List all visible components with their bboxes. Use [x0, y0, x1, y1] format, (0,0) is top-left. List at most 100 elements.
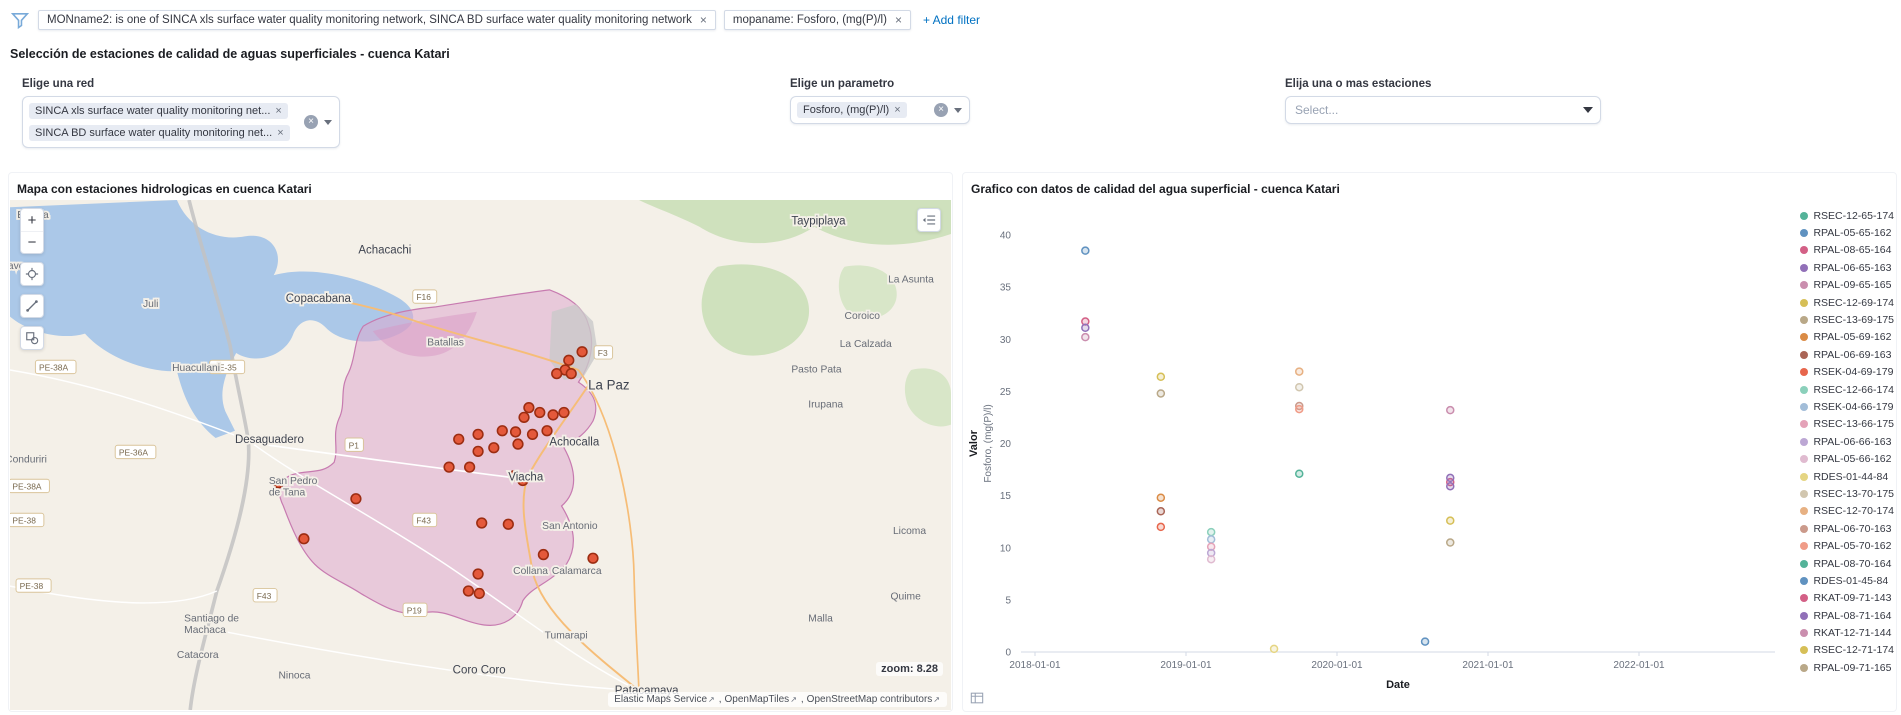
legend-item[interactable]: RSEK-04-69-179: [1800, 364, 1894, 381]
scatter-point[interactable]: [1447, 539, 1454, 546]
legend-item[interactable]: RSEC-12-69-174: [1800, 294, 1894, 311]
scatter-point[interactable]: [1157, 373, 1164, 380]
scatter-point[interactable]: [1157, 523, 1164, 530]
draw-shapes-button[interactable]: [20, 326, 44, 350]
legend-item[interactable]: RPAL-06-66-163: [1800, 433, 1894, 450]
clear-selection-icon[interactable]: ×: [304, 115, 318, 129]
map-station-dot[interactable]: [464, 586, 474, 596]
map-station-dot[interactable]: [559, 408, 569, 418]
stations-select[interactable]: Select...: [1285, 96, 1601, 124]
legend-item[interactable]: RPAL-08-71-164: [1800, 607, 1894, 624]
scatter-point[interactable]: [1157, 494, 1164, 501]
scatter-point[interactable]: [1447, 474, 1454, 481]
scatter-point[interactable]: [1296, 470, 1303, 477]
legend-item[interactable]: RKAT-12-71-144: [1800, 624, 1894, 641]
map-station-dot[interactable]: [564, 355, 574, 365]
scatter-chart[interactable]: 05101520253035402018-01-012019-01-012020…: [963, 209, 1793, 709]
map-station-dot[interactable]: [566, 369, 576, 379]
legend-item[interactable]: RDES-01-45-84: [1800, 572, 1894, 589]
scatter-point[interactable]: [1296, 384, 1303, 391]
map-station-dot[interactable]: [465, 462, 475, 472]
map-station-dot[interactable]: [511, 427, 521, 437]
legend-item[interactable]: RSEC-13-66-175: [1800, 416, 1894, 433]
map-station-dot[interactable]: [473, 569, 483, 579]
scatter-point[interactable]: [1082, 247, 1089, 254]
legend-item[interactable]: RPAL-05-66-162: [1800, 450, 1894, 467]
legend-item[interactable]: RSEC-12-70-174: [1800, 503, 1894, 520]
map-legend-toggle-button[interactable]: [917, 208, 941, 232]
chevron-down-icon[interactable]: [954, 108, 962, 113]
map-image[interactable]: PE-38APE-35PE-36APE-38APE-38PE-38F43F43P…: [10, 200, 951, 710]
network-chip-sinca-bd[interactable]: SINCA BD surface water quality monitorin…: [29, 125, 290, 141]
scatter-point[interactable]: [1208, 529, 1215, 536]
legend-item[interactable]: RSEC-12-65-174: [1800, 207, 1894, 224]
legend-item[interactable]: RPAL-06-69-163: [1800, 346, 1894, 363]
map-station-dot[interactable]: [519, 413, 529, 423]
legend-item[interactable]: RPAL-05-69-162: [1800, 329, 1894, 346]
legend-item[interactable]: RSEK-04-66-179: [1800, 398, 1894, 415]
legend-item[interactable]: RPAL-09-65-165: [1800, 277, 1894, 294]
legend-item[interactable]: RKAT-09-71-143: [1800, 590, 1894, 607]
scatter-point[interactable]: [1296, 406, 1303, 413]
scatter-point[interactable]: [1447, 517, 1454, 524]
map-station-dot[interactable]: [548, 410, 558, 420]
map-station-dot[interactable]: [588, 553, 598, 563]
map-station-dot[interactable]: [477, 518, 487, 528]
draw-line-button[interactable]: [20, 294, 44, 318]
scatter-point[interactable]: [1271, 645, 1278, 652]
map-station-dot[interactable]: [454, 434, 464, 444]
map-canvas[interactable]: PE-38APE-35PE-36APE-38APE-38PE-38F43F43P…: [10, 200, 951, 710]
map-station-dot[interactable]: [351, 494, 361, 504]
fit-bounds-button[interactable]: [20, 262, 44, 286]
map-station-dot[interactable]: [539, 550, 549, 560]
legend-item[interactable]: RSEC-13-69-175: [1800, 311, 1894, 328]
map-station-dot[interactable]: [528, 430, 538, 440]
map-station-dot[interactable]: [524, 403, 534, 413]
chip-remove-icon[interactable]: ×: [277, 128, 283, 139]
chip-remove-icon[interactable]: ×: [275, 106, 281, 117]
legend-item[interactable]: RDES-01-44-84: [1800, 468, 1894, 485]
legend-item[interactable]: RPAL-09-71-165: [1800, 659, 1894, 676]
map-station-dot[interactable]: [473, 447, 483, 457]
network-chip-sinca-xls[interactable]: SINCA xls surface water quality monitori…: [29, 103, 288, 119]
legend-item[interactable]: RPAL-05-65-162: [1800, 224, 1894, 241]
scatter-point[interactable]: [1157, 390, 1164, 397]
legend-item[interactable]: RPAL-05-70-162: [1800, 537, 1894, 554]
legend-item[interactable]: RPAL-08-65-164: [1800, 242, 1894, 259]
scatter-point[interactable]: [1208, 556, 1215, 563]
map-station-dot[interactable]: [489, 443, 499, 453]
filter-pill-close-icon[interactable]: ×: [700, 14, 707, 26]
network-combobox[interactable]: SINCA xls surface water quality monitori…: [22, 96, 340, 148]
parameter-chip[interactable]: Fosforo, (mg(P)/l) ×: [797, 102, 907, 118]
legend-item[interactable]: RSEC-13-70-175: [1800, 485, 1894, 502]
scatter-point[interactable]: [1082, 324, 1089, 331]
filter-funnel-icon[interactable]: [10, 10, 30, 30]
map-station-dot[interactable]: [474, 589, 484, 599]
scatter-point[interactable]: [1422, 638, 1429, 645]
map-station-dot[interactable]: [497, 426, 507, 436]
zoom-out-button[interactable]: −: [21, 231, 43, 253]
scatter-point[interactable]: [1447, 483, 1454, 490]
add-filter-link[interactable]: + Add filter: [923, 13, 980, 27]
filter-pill-mopaname[interactable]: mopaname: Fosforo, (mg(P)/l) ×: [724, 10, 911, 30]
chip-remove-icon[interactable]: ×: [894, 105, 900, 116]
scatter-point[interactable]: [1208, 536, 1215, 543]
scatter-point[interactable]: [1157, 508, 1164, 515]
map-station-dot[interactable]: [473, 430, 483, 440]
chevron-down-icon[interactable]: [324, 120, 332, 125]
legend-item[interactable]: RSEC-12-66-174: [1800, 381, 1894, 398]
map-station-dot[interactable]: [542, 426, 552, 436]
attribution-link[interactable]: OpenMapTiles↗: [725, 694, 798, 705]
clear-selection-icon[interactable]: ×: [934, 103, 948, 117]
map-station-dot[interactable]: [552, 369, 562, 379]
scatter-point[interactable]: [1296, 368, 1303, 375]
map-station-dot[interactable]: [535, 408, 545, 418]
filter-pill-close-icon[interactable]: ×: [895, 14, 902, 26]
map-station-dot[interactable]: [444, 462, 454, 472]
attribution-link[interactable]: OpenStreetMap contributors↗: [807, 694, 941, 705]
scatter-point[interactable]: [1447, 407, 1454, 414]
zoom-in-button[interactable]: +: [21, 209, 43, 231]
map-station-dot[interactable]: [503, 519, 513, 529]
scatter-point[interactable]: [1082, 334, 1089, 341]
inspect-table-button[interactable]: [967, 688, 987, 708]
